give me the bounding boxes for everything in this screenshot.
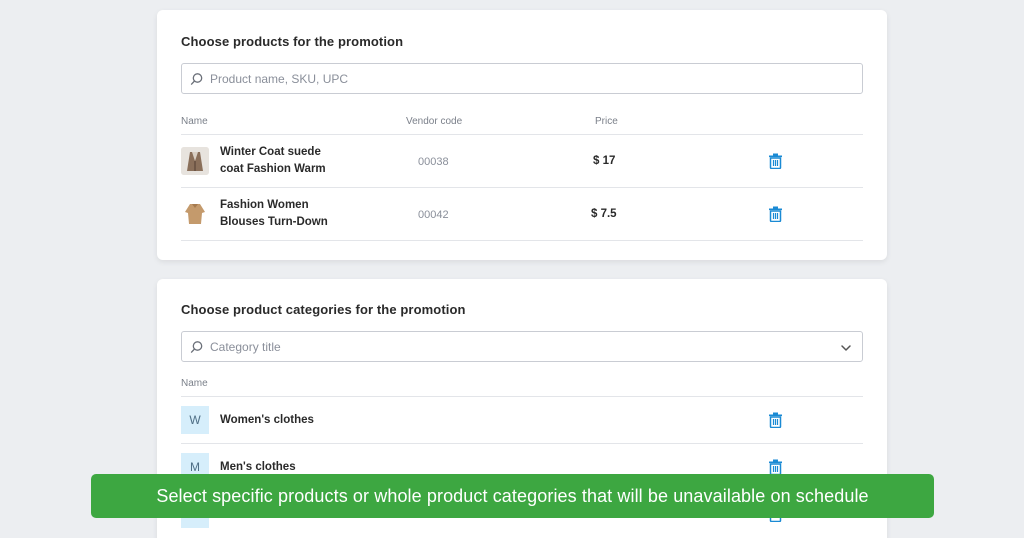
search-icon [190,72,204,86]
column-header-name: Name [181,116,208,127]
column-header-vendor-code: Vendor code [406,116,463,127]
list-item: W Women's clothes [181,397,863,443]
product-search-field[interactable] [181,63,863,94]
coat-thumbnail-icon [181,147,209,175]
category-letter-avatar: W [181,406,209,434]
product-price: $ 17 [593,155,616,167]
search-icon [190,340,204,354]
category-name[interactable]: Men's clothes [220,461,296,473]
chevron-down-icon[interactable] [840,341,852,353]
category-search-input[interactable] [210,339,862,354]
table-row: Fashion Women Blouses Turn-Down 00042 $ … [181,188,863,240]
delete-trash-icon[interactable] [768,206,783,223]
delete-trash-icon[interactable] [768,459,783,476]
category-search-field[interactable] [181,331,863,362]
table-row: Winter Coat suede coat Fashion Warm 0003… [181,135,863,187]
delete-trash-icon[interactable] [768,412,783,429]
divider [181,240,863,241]
column-header-name: Name [181,378,208,389]
vendor-code: 00042 [418,209,449,221]
delete-trash-icon[interactable] [768,153,783,170]
products-card-title: Choose products for the promotion [181,34,404,49]
product-price: $ 7.5 [591,208,617,220]
categories-card-title: Choose product categories for the promot… [181,302,466,317]
info-banner: Select specific products or whole produc… [91,474,934,518]
vendor-code: 00038 [418,156,449,168]
blouse-thumbnail-icon [181,200,209,228]
category-name[interactable]: Women's clothes [220,414,314,426]
product-search-input[interactable] [210,71,862,86]
product-name[interactable]: Winter Coat suede coat Fashion Warm [220,144,360,178]
column-header-price: Price [595,116,618,127]
products-card: Choose products for the promotion Name V… [157,10,887,260]
product-name[interactable]: Fashion Women Blouses Turn-Down [220,197,360,231]
